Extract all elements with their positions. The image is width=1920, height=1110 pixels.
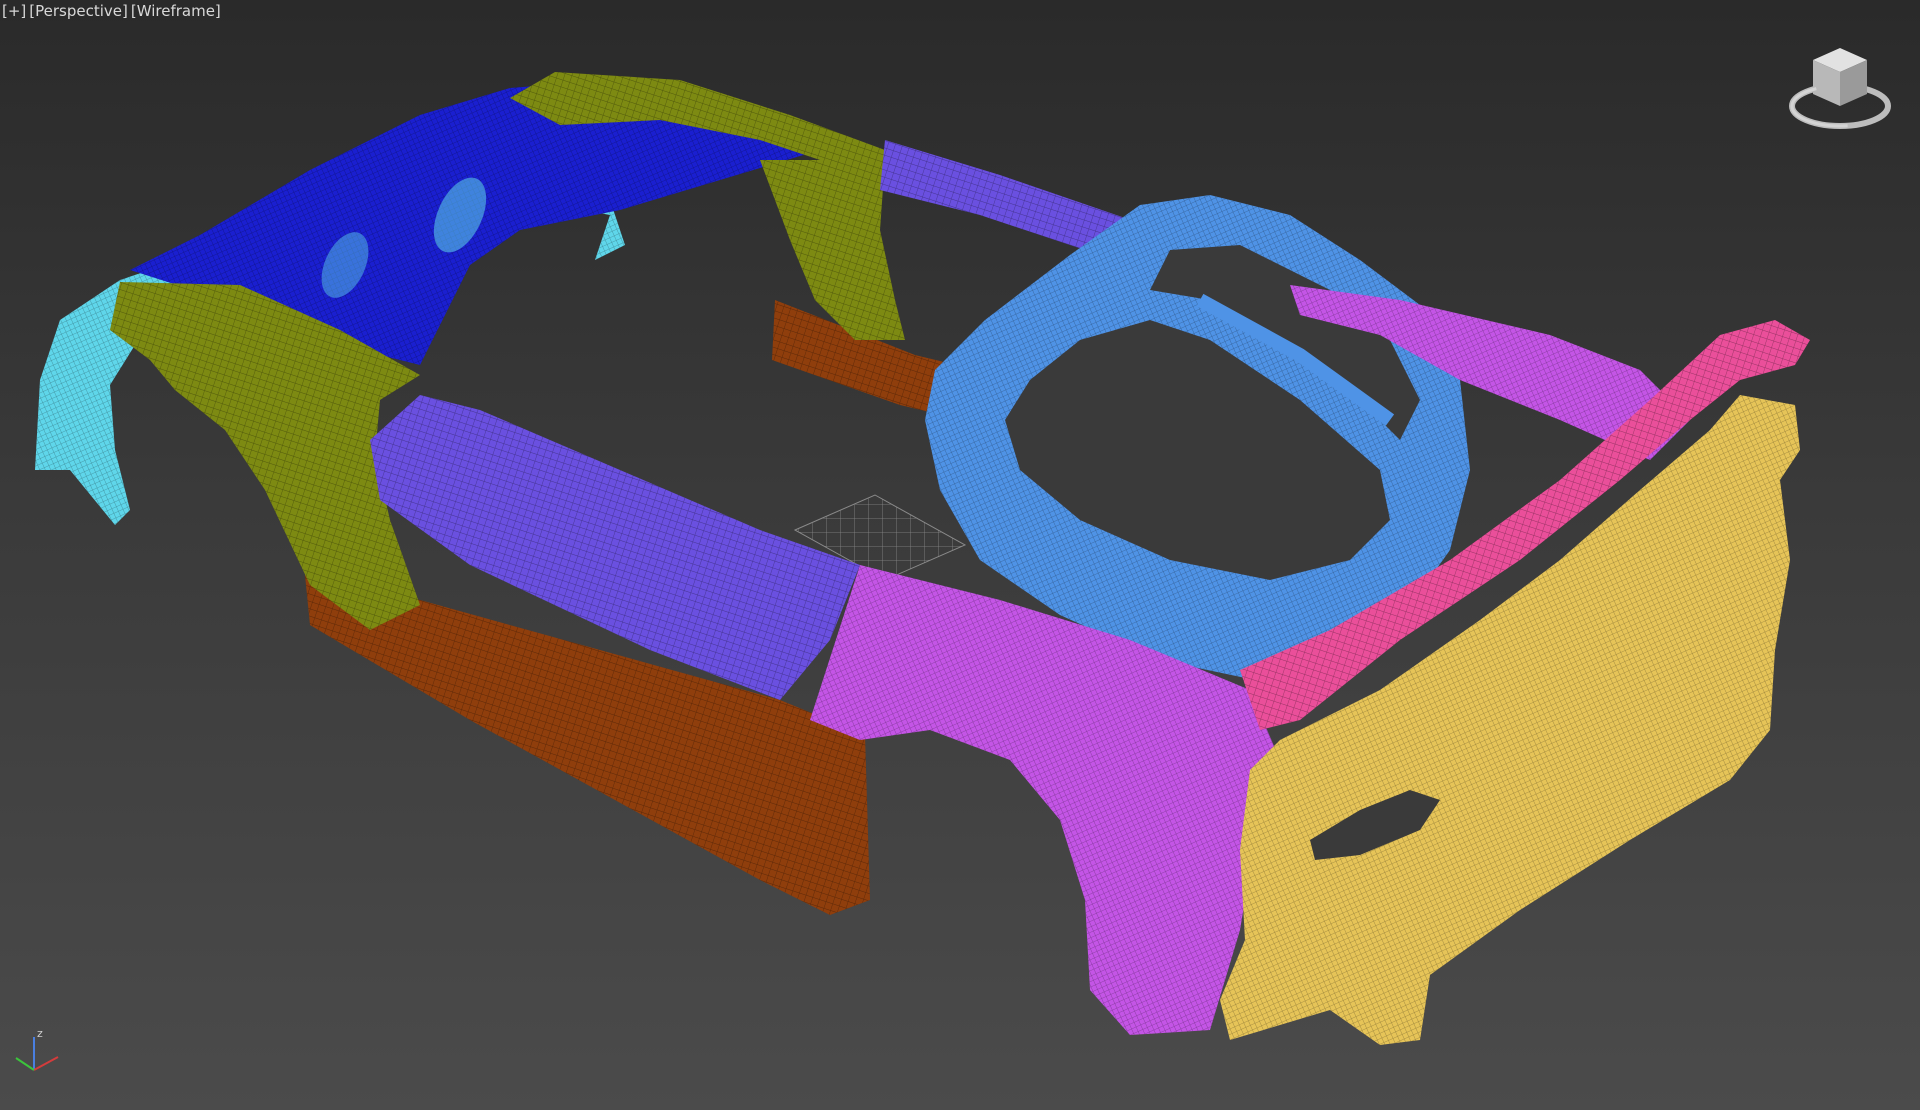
viewcube-icon[interactable] bbox=[1785, 38, 1895, 138]
axis-tripod-icon: z bbox=[15, 1027, 59, 1071]
perspective-viewport[interactable]: [+] [Perspective] [Wireframe] z bbox=[0, 0, 1920, 1110]
axis-z-label: z bbox=[37, 1027, 43, 1040]
viewport-menu-label[interactable]: [+] bbox=[2, 2, 26, 20]
viewport-shading-label[interactable]: [Wireframe] bbox=[131, 2, 221, 20]
viewport-label-bar: [+] [Perspective] [Wireframe] bbox=[2, 2, 221, 20]
wireframe-car-body[interactable] bbox=[0, 0, 1920, 1110]
viewport-view-label[interactable]: [Perspective] bbox=[29, 2, 128, 20]
